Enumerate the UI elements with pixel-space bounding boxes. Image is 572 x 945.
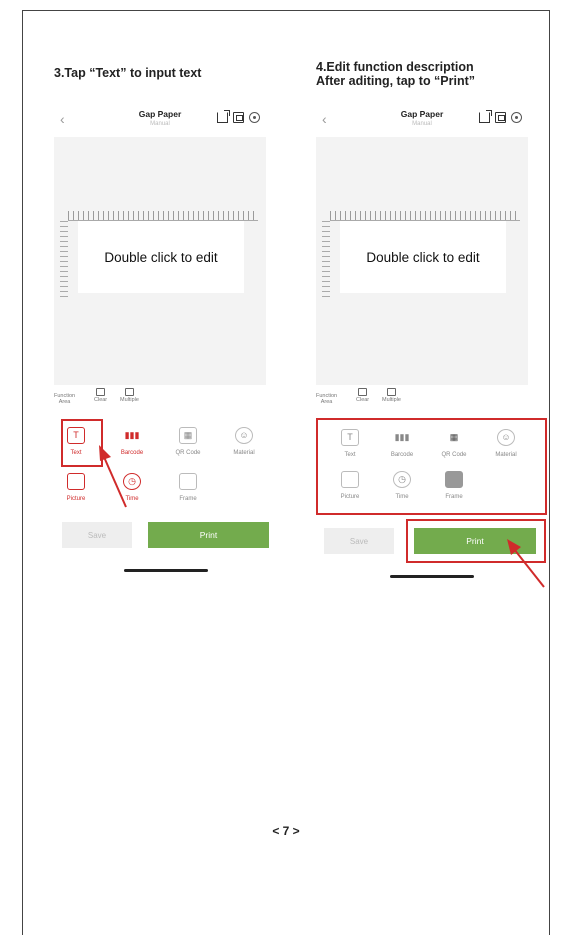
qr-code-icon: ▦ xyxy=(179,427,197,444)
clock-icon: ◷ xyxy=(393,471,411,488)
frame-icon xyxy=(445,471,463,488)
text-icon: T xyxy=(67,427,85,444)
tool-material[interactable]: ☺ Material xyxy=(224,427,264,457)
tool-grid: T Text ▮▮▮ Barcode ▦ QR Code ☺ Material … xyxy=(54,417,266,521)
nav-bar: ‹ Gap Paper Manual xyxy=(54,103,266,137)
function-area-label: Function Area xyxy=(54,393,76,405)
tool-grid: T Text ▮▮▮ Barcode ▦ QR Code ☺ Material … xyxy=(316,417,528,521)
nav-bar: ‹ Gap Paper Manual xyxy=(316,103,528,137)
clear-button[interactable]: Clear xyxy=(94,388,107,403)
pointer-arrow-text xyxy=(99,445,127,508)
function-strip: Function Area Clear Multiple xyxy=(54,385,266,407)
text-icon: T xyxy=(341,429,359,446)
tool-picture[interactable]: Picture xyxy=(56,473,96,503)
pointer-arrow-print xyxy=(507,539,545,588)
canvas-area: Double click to edit xyxy=(54,137,266,385)
settings-icon[interactable] xyxy=(249,112,260,123)
tool-frame[interactable]: Frame xyxy=(434,471,474,501)
step-4-title-line-2: After aditing, tap to “Print” xyxy=(316,74,476,88)
qr-code-icon: ▦ xyxy=(449,432,459,442)
barcode-icon: ▮▮▮ xyxy=(394,432,410,442)
print-button[interactable]: Print xyxy=(148,522,269,548)
material-icon: ☺ xyxy=(497,429,515,446)
page-number: < 7 > xyxy=(272,824,300,838)
picture-icon xyxy=(341,471,359,488)
function-area-label: Function Area xyxy=(316,393,338,405)
save-button[interactable]: Save xyxy=(324,528,394,554)
label-canvas[interactable]: Double click to edit xyxy=(78,221,244,293)
material-icon: ☺ xyxy=(235,427,253,444)
tool-time[interactable]: ◷ Time xyxy=(382,471,422,501)
barcode-icon: ▮▮▮ xyxy=(124,430,140,440)
multiple-button[interactable]: Multiple xyxy=(120,388,139,403)
step-4-title-line-1: 4.Edit function description xyxy=(316,60,474,74)
home-indicator xyxy=(390,575,474,578)
export-icon[interactable] xyxy=(217,110,230,123)
save-button[interactable]: Save xyxy=(62,522,132,548)
tool-qr-code[interactable]: ▦ QR Code xyxy=(168,427,208,457)
frame-icon xyxy=(179,473,197,490)
canvas-placeholder-text: Double click to edit xyxy=(366,249,480,265)
multiple-button[interactable]: Multiple xyxy=(382,388,401,403)
phone-screenshot-step-3: ‹ Gap Paper Manual Double click to edit … xyxy=(54,103,269,583)
ruler-horizontal xyxy=(68,211,258,221)
home-indicator xyxy=(124,569,208,572)
trash-icon xyxy=(96,388,106,396)
tool-picture[interactable]: Picture xyxy=(330,471,370,501)
picture-icon xyxy=(67,473,85,490)
ruler-horizontal xyxy=(330,211,520,221)
canvas-area: Double click to edit xyxy=(316,137,528,385)
canvas-placeholder-text: Double click to edit xyxy=(104,249,218,265)
template-icon[interactable] xyxy=(233,112,244,123)
clear-button[interactable]: Clear xyxy=(356,388,369,403)
tool-text[interactable]: T Text xyxy=(330,429,370,459)
tool-qr-code[interactable]: ▦ QR Code xyxy=(434,429,474,459)
nav-icons xyxy=(479,110,522,123)
label-canvas[interactable]: Double click to edit xyxy=(340,221,506,293)
tool-material[interactable]: ☺ Material xyxy=(486,429,526,459)
step-4-title: 4.Edit function description After aditin… xyxy=(316,60,475,88)
template-icon[interactable] xyxy=(495,112,506,123)
ruler-vertical xyxy=(322,221,330,301)
function-strip: Function Area Clear Multiple xyxy=(316,385,528,407)
ruler-vertical xyxy=(60,221,68,301)
tool-text[interactable]: T Text xyxy=(56,427,96,457)
step-3-title: 3.Tap “Text” to input text xyxy=(54,66,202,80)
settings-icon[interactable] xyxy=(511,112,522,123)
multiple-select-icon xyxy=(386,388,396,396)
nav-icons xyxy=(217,110,260,123)
export-icon[interactable] xyxy=(479,110,492,123)
tool-frame[interactable]: Frame xyxy=(168,473,208,503)
trash-icon xyxy=(358,388,368,396)
multiple-select-icon xyxy=(124,388,134,396)
tool-barcode[interactable]: ▮▮▮ Barcode xyxy=(382,429,422,459)
phone-screenshot-step-4: ‹ Gap Paper Manual Double click to edit … xyxy=(316,103,547,588)
